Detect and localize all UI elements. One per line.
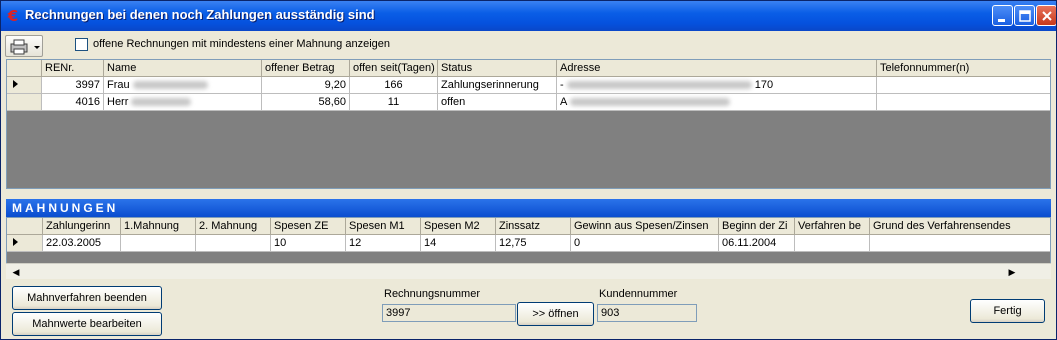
redacted-text bbox=[132, 81, 208, 90]
column-header[interactable]: Grund des Verfahrensendes bbox=[870, 218, 1050, 235]
scroll-right-icon[interactable]: ▶ bbox=[1004, 265, 1020, 279]
main-window: € Rechnungen bei denen noch Zahlungen au… bbox=[0, 0, 1057, 340]
invoice-number-cell[interactable]: 4016 bbox=[42, 94, 104, 111]
column-header[interactable]: RENr. bbox=[42, 60, 104, 77]
table-cell[interactable]: 22.03.2005 bbox=[43, 235, 121, 252]
row-selector[interactable] bbox=[7, 77, 42, 94]
invoice-number-label: Rechnungsnummer bbox=[384, 288, 480, 300]
phone-cell[interactable] bbox=[877, 77, 1050, 94]
scroll-left-icon[interactable]: ◀ bbox=[8, 265, 24, 279]
amount-cell[interactable]: 58,60 bbox=[262, 94, 350, 111]
name-cell[interactable]: Herr bbox=[104, 94, 262, 111]
table-cell[interactable]: 12 bbox=[346, 235, 421, 252]
redacted-text bbox=[131, 98, 192, 107]
phone-cell[interactable] bbox=[877, 94, 1050, 111]
row-selector-header bbox=[7, 60, 42, 77]
name-salutation: Herr bbox=[107, 96, 129, 108]
end-procedure-button[interactable]: Mahnverfahren beenden bbox=[12, 286, 162, 310]
printer-icon bbox=[10, 39, 40, 55]
amount-cell[interactable]: 9,20 bbox=[262, 77, 350, 94]
current-row-icon bbox=[13, 80, 18, 88]
column-header[interactable]: Spesen M1 bbox=[346, 218, 421, 235]
edit-values-button[interactable]: Mahnwerte bearbeiten bbox=[12, 312, 162, 336]
table-cell[interactable] bbox=[196, 235, 271, 252]
window-title: Rechnungen bei denen noch Zahlungen auss… bbox=[25, 7, 375, 22]
column-header[interactable]: Adresse bbox=[557, 60, 877, 77]
column-header[interactable]: Spesen ZE bbox=[271, 218, 346, 235]
address-prefix: - bbox=[560, 79, 564, 91]
table-row[interactable]: 22.03.2005 10 12 14 12,75 0 06.11.2004 bbox=[7, 235, 1050, 252]
row-selector[interactable] bbox=[7, 94, 42, 111]
table-cell[interactable]: 12,75 bbox=[496, 235, 571, 252]
close-button[interactable] bbox=[1036, 5, 1056, 26]
days-cell[interactable]: 11 bbox=[350, 94, 438, 111]
column-header[interactable]: Status bbox=[438, 60, 557, 77]
done-button[interactable]: Fertig bbox=[970, 299, 1045, 323]
column-header[interactable]: Verfahren be bbox=[795, 218, 870, 235]
customer-number-field[interactable]: 903 bbox=[597, 304, 697, 322]
invoice-number-field[interactable]: 3997 bbox=[382, 304, 516, 322]
column-header[interactable]: Spesen M2 bbox=[421, 218, 496, 235]
reminder-filter-checkbox[interactable] bbox=[75, 38, 88, 51]
table-cell[interactable] bbox=[121, 235, 196, 252]
table-cell[interactable] bbox=[795, 235, 870, 252]
row-selector-header bbox=[7, 218, 43, 235]
table-cell[interactable]: 0 bbox=[571, 235, 719, 252]
column-header[interactable]: Gewinn aus Spesen/Zinsen bbox=[571, 218, 719, 235]
title-bar[interactable]: € Rechnungen bei denen noch Zahlungen au… bbox=[1, 1, 1056, 31]
invoices-grid[interactable]: RENr. Name offener Betrag offen seit(Tag… bbox=[6, 59, 1051, 189]
reminder-filter-label: offene Rechnungen mit mindestens einer M… bbox=[93, 38, 390, 50]
print-button[interactable] bbox=[5, 35, 43, 57]
table-row[interactable]: 3997 Frau 9,20 166 Zahlungserinnerung - … bbox=[7, 77, 1050, 94]
table-cell[interactable] bbox=[870, 235, 1050, 252]
row-selector[interactable] bbox=[7, 235, 43, 252]
column-header[interactable]: Zahlungerinn bbox=[43, 218, 121, 235]
open-button[interactable]: >> öffnen bbox=[517, 302, 594, 326]
table-row[interactable]: 4016 Herr 58,60 11 offen A bbox=[7, 94, 1050, 111]
column-header[interactable]: Beginn der Zi bbox=[719, 218, 795, 235]
column-header[interactable]: offener Betrag bbox=[262, 60, 350, 77]
redacted-text bbox=[566, 81, 752, 90]
invoices-header-row: RENr. Name offener Betrag offen seit(Tag… bbox=[7, 60, 1050, 77]
table-cell[interactable]: 06.11.2004 bbox=[719, 235, 795, 252]
address-cell[interactable]: - 170 bbox=[557, 77, 877, 94]
status-cell[interactable]: offen bbox=[438, 94, 557, 111]
name-cell[interactable]: Frau bbox=[104, 77, 262, 94]
mahnungen-header-row: Zahlungerinn 1.Mahnung 2. Mahnung Spesen… bbox=[7, 218, 1050, 235]
horizontal-scrollbar[interactable]: ◀ ▶ bbox=[6, 263, 1051, 279]
name-salutation: Frau bbox=[107, 79, 130, 91]
days-cell[interactable]: 166 bbox=[350, 77, 438, 94]
maximize-button[interactable] bbox=[1014, 5, 1035, 26]
column-header[interactable]: Zinssatz bbox=[496, 218, 571, 235]
address-cell[interactable]: A bbox=[557, 94, 877, 111]
minimize-button[interactable] bbox=[992, 5, 1013, 26]
column-header[interactable]: Name bbox=[104, 60, 262, 77]
table-cell[interactable]: 14 bbox=[421, 235, 496, 252]
mahnungen-section-title: MAHNUNGEN bbox=[6, 199, 1051, 217]
column-header[interactable]: 1.Mahnung bbox=[121, 218, 196, 235]
column-header[interactable]: 2. Mahnung bbox=[196, 218, 271, 235]
address-suffix: 170 bbox=[754, 79, 774, 91]
euro-icon: € bbox=[7, 7, 19, 25]
redacted-text bbox=[569, 98, 730, 107]
customer-number-label: Kundennummer bbox=[599, 288, 678, 300]
table-cell[interactable]: 10 bbox=[271, 235, 346, 252]
current-row-icon bbox=[13, 238, 18, 246]
status-cell[interactable]: Zahlungserinnerung bbox=[438, 77, 557, 94]
column-header[interactable]: Telefonnummer(n) bbox=[877, 60, 1050, 77]
column-header[interactable]: offen seit(Tagen) bbox=[350, 60, 438, 77]
invoice-number-cell[interactable]: 3997 bbox=[42, 77, 104, 94]
address-prefix: A bbox=[560, 96, 567, 108]
